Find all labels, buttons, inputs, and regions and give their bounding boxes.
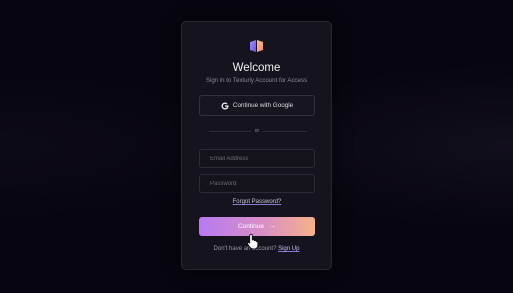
page-background: Welcome Sign in to Texturly Account for … (0, 0, 513, 293)
signup-prompt-text: Don't have an account? (213, 246, 277, 252)
hand-pointer-cursor-icon (247, 233, 259, 250)
welcome-title: Welcome (232, 62, 281, 74)
email-field[interactable] (199, 149, 315, 168)
google-g-icon (221, 101, 229, 110)
texturly-logo-icon (250, 40, 263, 52)
sign-up-link[interactable]: Sign Up (278, 246, 299, 252)
divider-or-text: or (254, 128, 260, 134)
forgot-password-link[interactable]: Forgot Password? (233, 199, 282, 205)
divider-right (263, 131, 307, 132)
welcome-subtitle: Sign in to Texturly Account for Access (205, 77, 308, 84)
forgot-password-row: Forgot Password? (199, 198, 315, 206)
divider-left (209, 131, 251, 132)
continue-button-label: Continue (237, 223, 265, 230)
arrow-right-icon: → (269, 223, 277, 230)
google-button-label: Continue with Google (232, 102, 294, 109)
continue-with-google-button[interactable]: Continue with Google (199, 95, 315, 116)
password-field[interactable] (199, 174, 315, 193)
